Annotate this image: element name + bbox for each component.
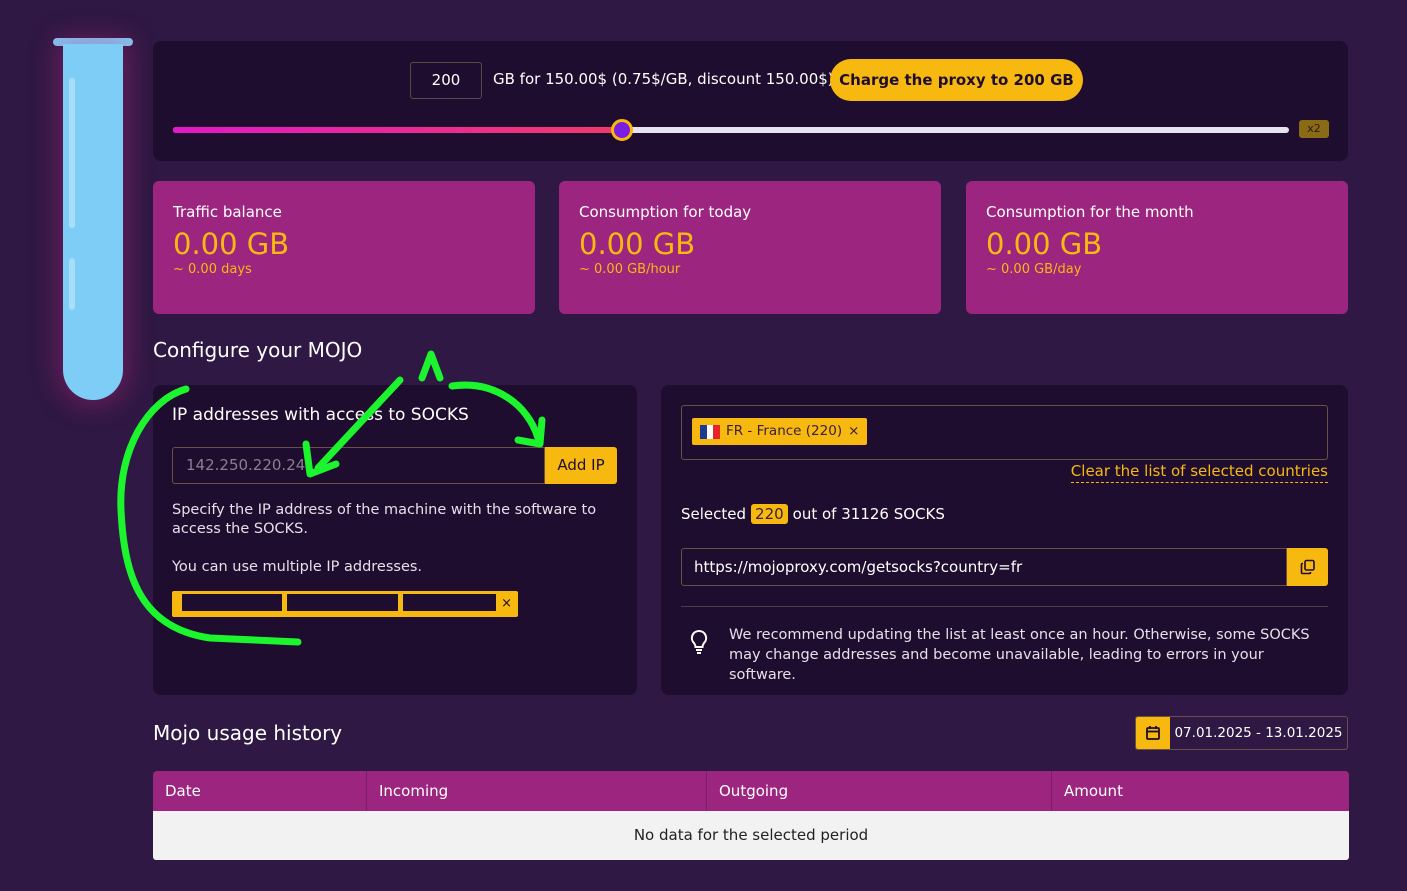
tube-highlight xyxy=(69,78,75,228)
stat-sub: ~ 0.00 GB/hour xyxy=(579,262,681,277)
add-ip-button[interactable]: Add IP xyxy=(545,447,617,484)
gb-slider[interactable] xyxy=(173,119,1289,141)
redacted-ip-chip xyxy=(182,594,282,611)
clear-countries-link[interactable]: Clear the list of selected countries xyxy=(1070,462,1328,483)
remove-country-icon[interactable]: × xyxy=(848,418,859,445)
date-range-value[interactable]: 07.01.2025 - 13.01.2025 xyxy=(1170,717,1347,749)
ip-help-text: Specify the IP address of the machine wi… xyxy=(172,502,597,537)
selected-prefix: Selected xyxy=(681,505,747,523)
selected-socks-summary: Selected 220 out of 31126 SOCKS xyxy=(681,504,945,524)
country-selection-panel: FR - France (220) × Clear the list of se… xyxy=(661,385,1348,695)
tube-highlight xyxy=(69,258,75,310)
consumption-month-card: Consumption for the month 0.00 GB ~ 0.00… xyxy=(966,181,1348,314)
history-empty-row: No data for the selected period xyxy=(153,811,1349,860)
stat-label: Traffic balance xyxy=(173,203,282,221)
country-multiselect[interactable]: FR - France (220) × xyxy=(681,405,1328,460)
stat-value: 0.00 GB xyxy=(579,227,696,261)
selected-suffix: out of 31126 SOCKS xyxy=(792,505,945,523)
remove-ip-icon[interactable]: × xyxy=(501,595,512,612)
france-flag-icon xyxy=(700,424,721,439)
traffic-balance-card: Traffic balance 0.00 GB ~ 0.00 days xyxy=(153,181,535,314)
gb-amount-input[interactable]: 200 xyxy=(410,62,482,99)
column-header-date[interactable]: Date xyxy=(153,771,366,811)
redacted-ip-chip xyxy=(403,594,496,611)
history-table-header: Date Incoming Outgoing Amount xyxy=(153,771,1349,811)
column-header-amount[interactable]: Amount xyxy=(1051,771,1349,811)
ip-address-input[interactable]: 142.250.220.24 xyxy=(172,447,545,484)
column-header-outgoing[interactable]: Outgoing xyxy=(706,771,1051,811)
stat-value: 0.00 GB xyxy=(173,227,290,261)
charge-panel: 200 GB for 150.00$ (0.75$/GB, discount 1… xyxy=(153,41,1348,161)
update-recommendation: We recommend updating the list at least … xyxy=(729,627,1310,683)
stat-value: 0.00 GB xyxy=(986,227,1103,261)
annotation-arrowhead-up xyxy=(418,350,444,382)
configure-title: Configure your MOJO xyxy=(153,338,363,362)
ip-multiple-hint: You can use multiple IP addresses. xyxy=(172,559,423,575)
redacted-ip-chip xyxy=(287,594,398,611)
stat-label: Consumption for the month xyxy=(986,203,1194,221)
consumption-today-card: Consumption for today 0.00 GB ~ 0.00 GB/… xyxy=(559,181,941,314)
usage-history-title: Mojo usage history xyxy=(153,721,343,745)
stat-sub: ~ 0.00 GB/day xyxy=(986,262,1082,277)
copy-icon xyxy=(1300,559,1315,575)
copy-url-button[interactable] xyxy=(1287,548,1328,586)
stat-label: Consumption for today xyxy=(579,203,752,221)
country-chip-label: FR - France (220) xyxy=(726,423,843,439)
price-summary: GB for 150.00$ (0.75$/GB, discount 150.0… xyxy=(493,70,834,88)
slider-fill xyxy=(173,127,622,133)
column-header-incoming[interactable]: Incoming xyxy=(366,771,706,811)
ip-address-chips: × xyxy=(172,591,518,617)
country-chip-france: FR - France (220) × xyxy=(692,418,868,445)
selected-count-badge: 220 xyxy=(751,504,788,524)
date-range-picker[interactable]: 07.01.2025 - 13.01.2025 xyxy=(1135,716,1348,750)
charge-proxy-button[interactable]: Charge the proxy to 200 GB xyxy=(830,59,1083,101)
ip-access-heading: IP addresses with access to SOCKS xyxy=(172,405,469,425)
lightbulb-icon xyxy=(690,629,708,654)
slider-thumb[interactable] xyxy=(610,119,633,141)
stat-sub: ~ 0.00 days xyxy=(173,262,252,277)
ip-access-panel: IP addresses with access to SOCKS 142.25… xyxy=(153,385,637,695)
divider xyxy=(681,606,1328,607)
socks-url-field[interactable]: https://mojoproxy.com/getsocks?country=f… xyxy=(681,548,1287,586)
calendar-icon[interactable] xyxy=(1136,717,1170,749)
multiplier-badge: x2 xyxy=(1299,120,1329,138)
